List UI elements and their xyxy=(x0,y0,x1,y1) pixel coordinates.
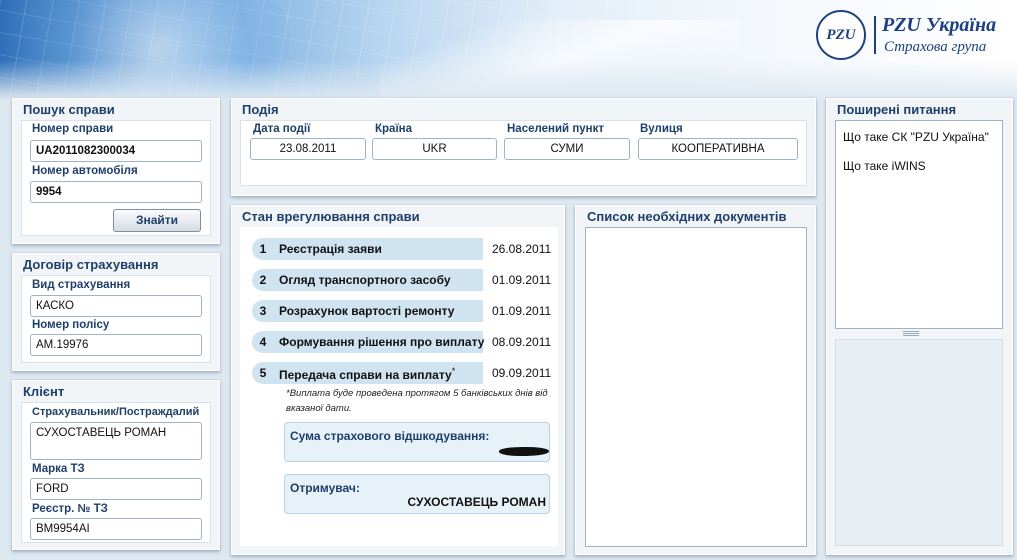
step-number: 3 xyxy=(252,300,274,322)
step-number: 2 xyxy=(252,269,274,291)
step-date: 26.08.2011 xyxy=(492,242,552,256)
insured-field[interactable]: СУХОСТАВЕЦЬ РОМАН xyxy=(30,422,202,460)
faq-panel: Поширені питання Що таке СК "PZU Україна… xyxy=(826,98,1013,555)
redacted-amount xyxy=(498,446,550,457)
documents-panel-title: Список необхідних документів xyxy=(587,209,787,224)
search-panel: Пошук справи Номер справи UA201108230003… xyxy=(12,98,220,244)
case-number-label: Номер справи xyxy=(32,123,114,135)
insurance-type-field[interactable]: КАСКО xyxy=(30,295,202,317)
header-banner: PZU PZU Україна Страхова група xyxy=(0,0,1017,100)
brand-subtitle: Страхова група xyxy=(884,39,987,55)
car-brand-label: Марка ТЗ xyxy=(32,463,85,475)
country-field[interactable]: UKR xyxy=(372,138,497,160)
find-button[interactable]: Знайти xyxy=(113,209,201,232)
step-name: Розрахунок вартості ремонту xyxy=(279,304,455,318)
street-field[interactable]: КООПЕРАТИВНА xyxy=(638,138,798,160)
status-step-1: 1 Реєстрація заяви 26.08.2011 xyxy=(252,238,557,260)
documents-list[interactable] xyxy=(585,227,807,547)
payment-note: *Виплата буде проведена протягом 5 банкі… xyxy=(286,388,548,414)
recipient-box: Отримувач: СУХОСТАВЕЦЬ РОМАН xyxy=(284,474,550,514)
step-number: 1 xyxy=(252,238,274,260)
status-step-5: 5 Передача справи на виплату* 09.09.2011 xyxy=(252,362,557,384)
insurance-type-label: Вид страхування xyxy=(32,279,131,291)
case-number-input[interactable]: UA2011082300034 xyxy=(30,140,202,162)
faq-list: Що таке СК "PZU Україна" Що таке iWINS xyxy=(835,120,1003,329)
status-panel: Стан врегулювання справи 1 Реєстрація за… xyxy=(231,205,565,555)
client-panel-title: Клієнт xyxy=(23,384,65,399)
step-name: Огляд транспортного засобу xyxy=(279,273,451,287)
reg-number-label: Реєстр. № ТЗ xyxy=(32,503,108,515)
contract-panel: Договір страхування Вид страхування КАСК… xyxy=(12,253,220,371)
brand-title: PZU Україна xyxy=(882,14,997,36)
car-number-label: Номер автомобіля xyxy=(32,165,138,177)
event-date-field[interactable]: 23.08.2011 xyxy=(250,138,366,160)
faq-item-iwins[interactable]: Що таке iWINS xyxy=(843,159,926,173)
status-panel-title: Стан врегулювання справи xyxy=(242,209,420,224)
step-date: 09.09.2011 xyxy=(492,366,552,380)
step-name: Формування рішення про виплату xyxy=(279,335,485,349)
city-label: Населений пункт xyxy=(507,123,604,135)
city-field[interactable]: СУМИ xyxy=(504,138,630,160)
compensation-label: Сума страхового відшкодування: xyxy=(290,429,490,443)
resize-grip-icon[interactable] xyxy=(903,331,919,336)
status-step-4: 4 Формування рішення про виплату 08.09.2… xyxy=(252,331,557,353)
step-date: 01.09.2011 xyxy=(492,273,552,287)
car-number-input[interactable]: 9954 xyxy=(30,181,202,203)
car-brand-field[interactable]: FORD xyxy=(30,478,202,500)
event-date-label: Дата події xyxy=(253,123,311,135)
pzu-emblem-icon: PZU xyxy=(816,10,866,60)
country-label: Країна xyxy=(375,123,413,135)
policy-number-label: Номер полісу xyxy=(32,319,110,331)
policy-number-field[interactable]: АМ.19976 xyxy=(30,334,202,356)
recipient-label: Отримувач: xyxy=(290,481,360,495)
reg-number-field[interactable]: ВМ9954АІ xyxy=(30,518,202,540)
status-step-3: 3 Розрахунок вартості ремонту 01.09.2011 xyxy=(252,300,557,322)
search-panel-title: Пошук справи xyxy=(23,102,115,117)
step-number: 4 xyxy=(252,331,274,353)
street-label: Вулиця xyxy=(640,123,683,135)
compensation-box: Сума страхового відшкодування: xyxy=(284,422,550,462)
step-date: 01.09.2011 xyxy=(492,304,552,318)
step-name: Передача справи на виплату* xyxy=(279,366,456,382)
pzu-logo[interactable]: PZU PZU Україна Страхова група xyxy=(816,8,1016,64)
status-step-2: 2 Огляд транспортного засобу 01.09.2011 xyxy=(252,269,557,291)
event-panel: Подія Дата події 23.08.2011 Країна UKR Н… xyxy=(231,98,816,196)
step-date: 08.09.2011 xyxy=(492,335,552,349)
contract-panel-title: Договір страхування xyxy=(23,257,159,272)
insured-label: Страхувальник/Постраждалий xyxy=(32,406,200,418)
documents-panel: Список необхідних документів xyxy=(575,205,816,555)
faq-item-about-pzu[interactable]: Що таке СК "PZU Україна" xyxy=(843,130,989,144)
faq-panel-title: Поширені питання xyxy=(837,102,957,117)
recipient-value: СУХОСТАВЕЦЬ РОМАН xyxy=(407,495,546,509)
event-panel-title: Подія xyxy=(242,102,279,117)
client-panel: Клієнт Страхувальник/Постраждалий СУХОСТ… xyxy=(12,380,220,550)
step-number: 5 xyxy=(252,362,274,384)
step-name: Реєстрація заяви xyxy=(279,242,382,256)
faq-answer-area xyxy=(835,339,1003,546)
step-asterisk: * xyxy=(451,366,456,376)
